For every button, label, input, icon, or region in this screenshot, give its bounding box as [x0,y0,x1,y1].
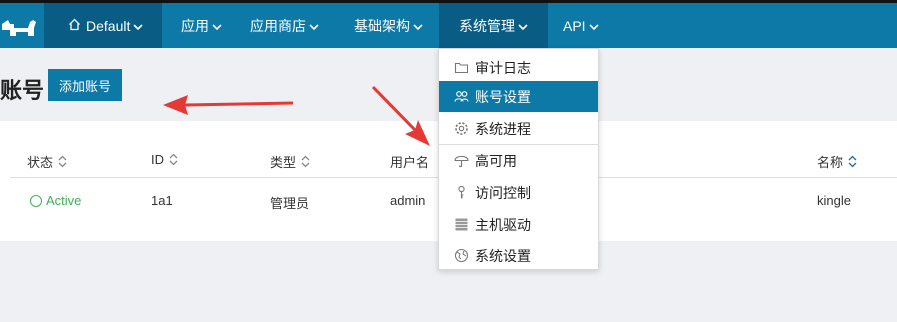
nav-catalog-label: 应用商店 [250,17,306,34]
nav-infrastructure[interactable]: 基础架构 [354,3,423,48]
rancher-logo[interactable] [0,6,44,48]
globe-icon [454,248,469,263]
menu-item-settings[interactable]: 系统设置 [439,240,598,271]
menu-item-label: 审计日志 [475,59,531,76]
nav-catalog[interactable]: 应用商店 [250,3,319,48]
menu-item-accounts[interactable]: 账号设置 [439,81,598,112]
chevron-down-icon [413,18,423,34]
sort-icon [169,153,178,166]
gear-icon [455,122,468,135]
sort-icon [58,155,67,168]
umbrella-icon [454,155,469,168]
top-navbar: Default 应用 应用商店 基础架构 系统管理 API [0,0,897,48]
nav-api-label: API [563,17,586,34]
active-status-icon [30,194,42,207]
sort-icon [301,155,310,168]
column-header-id[interactable]: ID [151,152,178,167]
menu-item-audit-log[interactable]: 审计日志 [439,52,598,83]
account-name: kingle [817,193,851,208]
nav-admin[interactable]: 系统管理 [439,3,548,48]
column-header-label: 用户名 [390,155,430,170]
annotation-arrow-left [163,95,294,115]
nav-admin-label: 系统管理 [459,17,515,34]
users-icon [454,91,469,102]
nav-apps[interactable]: 应用 [181,3,222,48]
nav-infrastructure-label: 基础架构 [354,17,410,34]
menu-item-label: 高可用 [475,152,517,169]
server-icon [455,218,468,231]
chevron-down-icon [589,18,599,34]
status-text: Active [46,193,82,208]
column-header-label: 类型 [270,155,297,170]
column-header-name[interactable]: 名称 [817,152,857,171]
menu-item-label: 账号设置 [475,88,531,105]
column-header-label: 状态 [27,155,54,170]
menu-item-ha[interactable]: 高可用 [439,145,598,176]
chevron-down-icon [309,18,319,34]
column-header-label: 名称 [817,155,844,170]
chevron-down-icon [212,18,222,34]
menu-item-processes[interactable]: 系统进程 [439,113,598,144]
admin-dropdown-menu: 审计日志 账号设置 系统进程 高可用 访问控制 主机驱动 系统设置 [438,48,599,270]
account-id[interactable]: 1a1 [151,193,173,208]
menu-item-label: 系统进程 [475,120,531,137]
column-header-username[interactable]: 用户名 [390,152,429,171]
column-header-status[interactable]: 状态 [27,152,67,171]
chevron-down-icon [133,18,143,34]
nav-api[interactable]: API [563,3,599,48]
account-username: admin [390,193,426,208]
environment-switcher[interactable]: Default [44,3,162,48]
nav-apps-label: 应用 [181,17,209,34]
key-icon [458,185,465,199]
menu-item-access-control[interactable]: 访问控制 [439,177,598,208]
home-icon [68,18,81,34]
status-badge: Active [30,193,81,208]
column-header-label: ID [151,152,164,167]
menu-item-label: 系统设置 [475,247,531,264]
menu-item-label: 主机驱动 [475,216,531,233]
column-header-type[interactable]: 类型 [270,152,310,171]
page-title: 账号 [0,78,45,103]
environment-label: Default [86,17,131,34]
account-type: 管理员 [270,196,310,211]
sort-icon [848,155,857,168]
add-account-button[interactable]: 添加账号 [48,69,122,101]
chevron-down-icon [518,18,528,34]
menu-item-host-drivers[interactable]: 主机驱动 [439,209,598,240]
menu-item-label: 访问控制 [475,184,531,201]
folder-icon [454,62,469,74]
